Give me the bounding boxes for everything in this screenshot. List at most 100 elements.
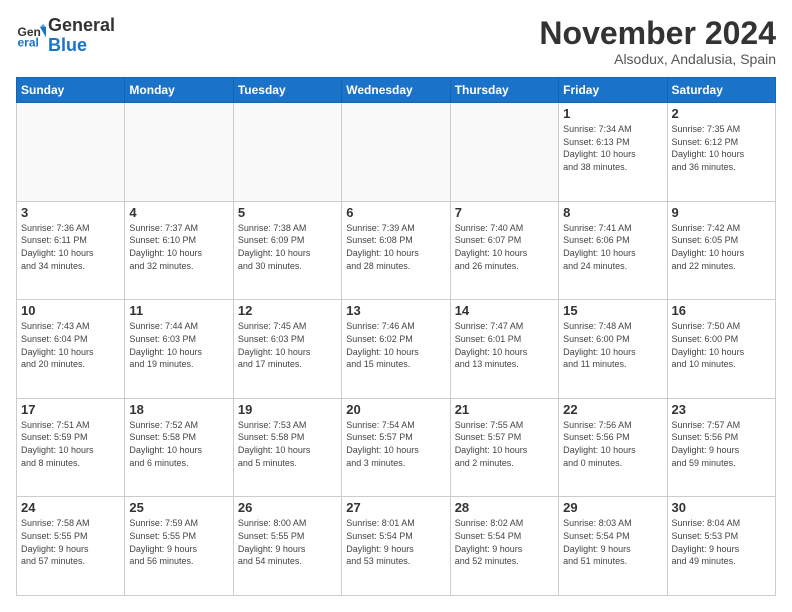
day-number: 25 bbox=[129, 500, 228, 515]
day-number: 22 bbox=[563, 402, 662, 417]
day-number: 15 bbox=[563, 303, 662, 318]
calendar-week-3: 10Sunrise: 7:43 AM Sunset: 6:04 PM Dayli… bbox=[17, 300, 776, 399]
day-info: Sunrise: 7:56 AM Sunset: 5:56 PM Dayligh… bbox=[563, 419, 662, 469]
day-number: 24 bbox=[21, 500, 120, 515]
col-friday: Friday bbox=[559, 78, 667, 103]
day-info: Sunrise: 7:48 AM Sunset: 6:00 PM Dayligh… bbox=[563, 320, 662, 370]
day-info: Sunrise: 7:38 AM Sunset: 6:09 PM Dayligh… bbox=[238, 222, 337, 272]
day-number: 14 bbox=[455, 303, 554, 318]
col-thursday: Thursday bbox=[450, 78, 558, 103]
calendar-cell bbox=[17, 103, 125, 202]
calendar-cell: 14 Sunrise: 7:47 AM Sunset: 6:01 PM Dayli… bbox=[450, 300, 558, 399]
calendar-cell: 29 Sunrise: 8:03 AM Sunset: 5:54 PM Dayli… bbox=[559, 497, 667, 596]
svg-text:eral: eral bbox=[18, 35, 39, 49]
day-info: Sunrise: 7:39 AM Sunset: 6:08 PM Dayligh… bbox=[346, 222, 445, 272]
calendar-cell: 10Sunrise: 7:43 AM Sunset: 6:04 PM Dayli… bbox=[17, 300, 125, 399]
calendar-cell: 21 Sunrise: 7:55 AM Sunset: 5:57 PM Dayli… bbox=[450, 398, 558, 497]
day-info: Sunrise: 7:58 AM Sunset: 5:55 PM Dayligh… bbox=[21, 517, 120, 567]
day-info: Sunrise: 8:02 AM Sunset: 5:54 PM Dayligh… bbox=[455, 517, 554, 567]
calendar-cell: 23Sunrise: 7:57 AM Sunset: 5:56 PM Dayli… bbox=[667, 398, 775, 497]
calendar-cell: 16Sunrise: 7:50 AM Sunset: 6:00 PM Dayli… bbox=[667, 300, 775, 399]
day-info: Sunrise: 7:47 AM Sunset: 6:01 PM Dayligh… bbox=[455, 320, 554, 370]
logo-text: General Blue bbox=[48, 16, 115, 56]
day-info: Sunrise: 7:42 AM Sunset: 6:05 PM Dayligh… bbox=[672, 222, 771, 272]
day-info: Sunrise: 7:44 AM Sunset: 6:03 PM Dayligh… bbox=[129, 320, 228, 370]
day-info: Sunrise: 7:45 AM Sunset: 6:03 PM Dayligh… bbox=[238, 320, 337, 370]
calendar-cell: 5 Sunrise: 7:38 AM Sunset: 6:09 PM Daylig… bbox=[233, 201, 341, 300]
col-monday: Monday bbox=[125, 78, 233, 103]
day-number: 7 bbox=[455, 205, 554, 220]
calendar-cell: 12 Sunrise: 7:45 AM Sunset: 6:03 PM Dayli… bbox=[233, 300, 341, 399]
calendar-week-5: 24 Sunrise: 7:58 AM Sunset: 5:55 PM Dayli… bbox=[17, 497, 776, 596]
day-number: 17 bbox=[21, 402, 120, 417]
day-info: Sunrise: 7:36 AM Sunset: 6:11 PM Dayligh… bbox=[21, 222, 120, 272]
logo-icon: Gen eral bbox=[16, 21, 46, 51]
day-info: Sunrise: 7:46 AM Sunset: 6:02 PM Dayligh… bbox=[346, 320, 445, 370]
calendar-week-2: 3 Sunrise: 7:36 AM Sunset: 6:11 PM Daylig… bbox=[17, 201, 776, 300]
day-info: Sunrise: 7:41 AM Sunset: 6:06 PM Dayligh… bbox=[563, 222, 662, 272]
day-number: 3 bbox=[21, 205, 120, 220]
day-info: Sunrise: 7:34 AM Sunset: 6:13 PM Dayligh… bbox=[563, 123, 662, 173]
day-info: Sunrise: 7:51 AM Sunset: 5:59 PM Dayligh… bbox=[21, 419, 120, 469]
calendar-week-1: 1 Sunrise: 7:34 AM Sunset: 6:13 PM Daylig… bbox=[17, 103, 776, 202]
calendar-cell: 3 Sunrise: 7:36 AM Sunset: 6:11 PM Daylig… bbox=[17, 201, 125, 300]
day-number: 10 bbox=[21, 303, 120, 318]
day-number: 1 bbox=[563, 106, 662, 121]
day-info: Sunrise: 7:35 AM Sunset: 6:12 PM Dayligh… bbox=[672, 123, 771, 173]
calendar-cell bbox=[125, 103, 233, 202]
day-number: 12 bbox=[238, 303, 337, 318]
day-info: Sunrise: 7:50 AM Sunset: 6:00 PM Dayligh… bbox=[672, 320, 771, 370]
calendar-week-4: 17 Sunrise: 7:51 AM Sunset: 5:59 PM Dayli… bbox=[17, 398, 776, 497]
day-number: 11 bbox=[129, 303, 228, 318]
day-number: 20 bbox=[346, 402, 445, 417]
day-info: Sunrise: 7:55 AM Sunset: 5:57 PM Dayligh… bbox=[455, 419, 554, 469]
calendar-cell: 11 Sunrise: 7:44 AM Sunset: 6:03 PM Dayli… bbox=[125, 300, 233, 399]
calendar-cell: 18 Sunrise: 7:52 AM Sunset: 5:58 PM Dayli… bbox=[125, 398, 233, 497]
calendar-body: 1 Sunrise: 7:34 AM Sunset: 6:13 PM Daylig… bbox=[17, 103, 776, 596]
calendar-cell: 6 Sunrise: 7:39 AM Sunset: 6:08 PM Daylig… bbox=[342, 201, 450, 300]
logo: Gen eral General Blue bbox=[16, 16, 115, 56]
day-info: Sunrise: 7:52 AM Sunset: 5:58 PM Dayligh… bbox=[129, 419, 228, 469]
day-number: 27 bbox=[346, 500, 445, 515]
day-info: Sunrise: 8:03 AM Sunset: 5:54 PM Dayligh… bbox=[563, 517, 662, 567]
main-title: November 2024 bbox=[539, 16, 776, 51]
day-number: 29 bbox=[563, 500, 662, 515]
day-number: 5 bbox=[238, 205, 337, 220]
header: Gen eral General Blue November 2024 Also… bbox=[16, 16, 776, 67]
day-info: Sunrise: 7:40 AM Sunset: 6:07 PM Dayligh… bbox=[455, 222, 554, 272]
subtitle: Alsodux, Andalusia, Spain bbox=[539, 51, 776, 67]
day-number: 28 bbox=[455, 500, 554, 515]
calendar-header-row: Sunday Monday Tuesday Wednesday Thursday… bbox=[17, 78, 776, 103]
calendar-table: Sunday Monday Tuesday Wednesday Thursday… bbox=[16, 77, 776, 596]
day-number: 26 bbox=[238, 500, 337, 515]
day-number: 6 bbox=[346, 205, 445, 220]
col-tuesday: Tuesday bbox=[233, 78, 341, 103]
day-info: Sunrise: 8:00 AM Sunset: 5:55 PM Dayligh… bbox=[238, 517, 337, 567]
day-number: 13 bbox=[346, 303, 445, 318]
day-number: 21 bbox=[455, 402, 554, 417]
day-number: 9 bbox=[672, 205, 771, 220]
calendar-cell: 4 Sunrise: 7:37 AM Sunset: 6:10 PM Daylig… bbox=[125, 201, 233, 300]
day-info: Sunrise: 7:53 AM Sunset: 5:58 PM Dayligh… bbox=[238, 419, 337, 469]
calendar-cell: 13 Sunrise: 7:46 AM Sunset: 6:02 PM Dayli… bbox=[342, 300, 450, 399]
day-info: Sunrise: 8:01 AM Sunset: 5:54 PM Dayligh… bbox=[346, 517, 445, 567]
day-number: 8 bbox=[563, 205, 662, 220]
page: Gen eral General Blue November 2024 Also… bbox=[0, 0, 792, 612]
day-number: 18 bbox=[129, 402, 228, 417]
day-number: 4 bbox=[129, 205, 228, 220]
calendar-cell: 17 Sunrise: 7:51 AM Sunset: 5:59 PM Dayli… bbox=[17, 398, 125, 497]
calendar-cell: 9 Sunrise: 7:42 AM Sunset: 6:05 PM Daylig… bbox=[667, 201, 775, 300]
day-number: 19 bbox=[238, 402, 337, 417]
day-info: Sunrise: 7:37 AM Sunset: 6:10 PM Dayligh… bbox=[129, 222, 228, 272]
day-info: Sunrise: 8:04 AM Sunset: 5:53 PM Dayligh… bbox=[672, 517, 771, 567]
day-number: 2 bbox=[672, 106, 771, 121]
calendar-cell: 1 Sunrise: 7:34 AM Sunset: 6:13 PM Daylig… bbox=[559, 103, 667, 202]
calendar-cell: 24 Sunrise: 7:58 AM Sunset: 5:55 PM Dayli… bbox=[17, 497, 125, 596]
calendar-cell: 19 Sunrise: 7:53 AM Sunset: 5:58 PM Dayli… bbox=[233, 398, 341, 497]
calendar-cell bbox=[450, 103, 558, 202]
calendar-cell: 8 Sunrise: 7:41 AM Sunset: 6:06 PM Daylig… bbox=[559, 201, 667, 300]
calendar-cell: 26 Sunrise: 8:00 AM Sunset: 5:55 PM Dayli… bbox=[233, 497, 341, 596]
calendar-cell: 30Sunrise: 8:04 AM Sunset: 5:53 PM Dayli… bbox=[667, 497, 775, 596]
calendar-cell: 28 Sunrise: 8:02 AM Sunset: 5:54 PM Dayli… bbox=[450, 497, 558, 596]
col-wednesday: Wednesday bbox=[342, 78, 450, 103]
